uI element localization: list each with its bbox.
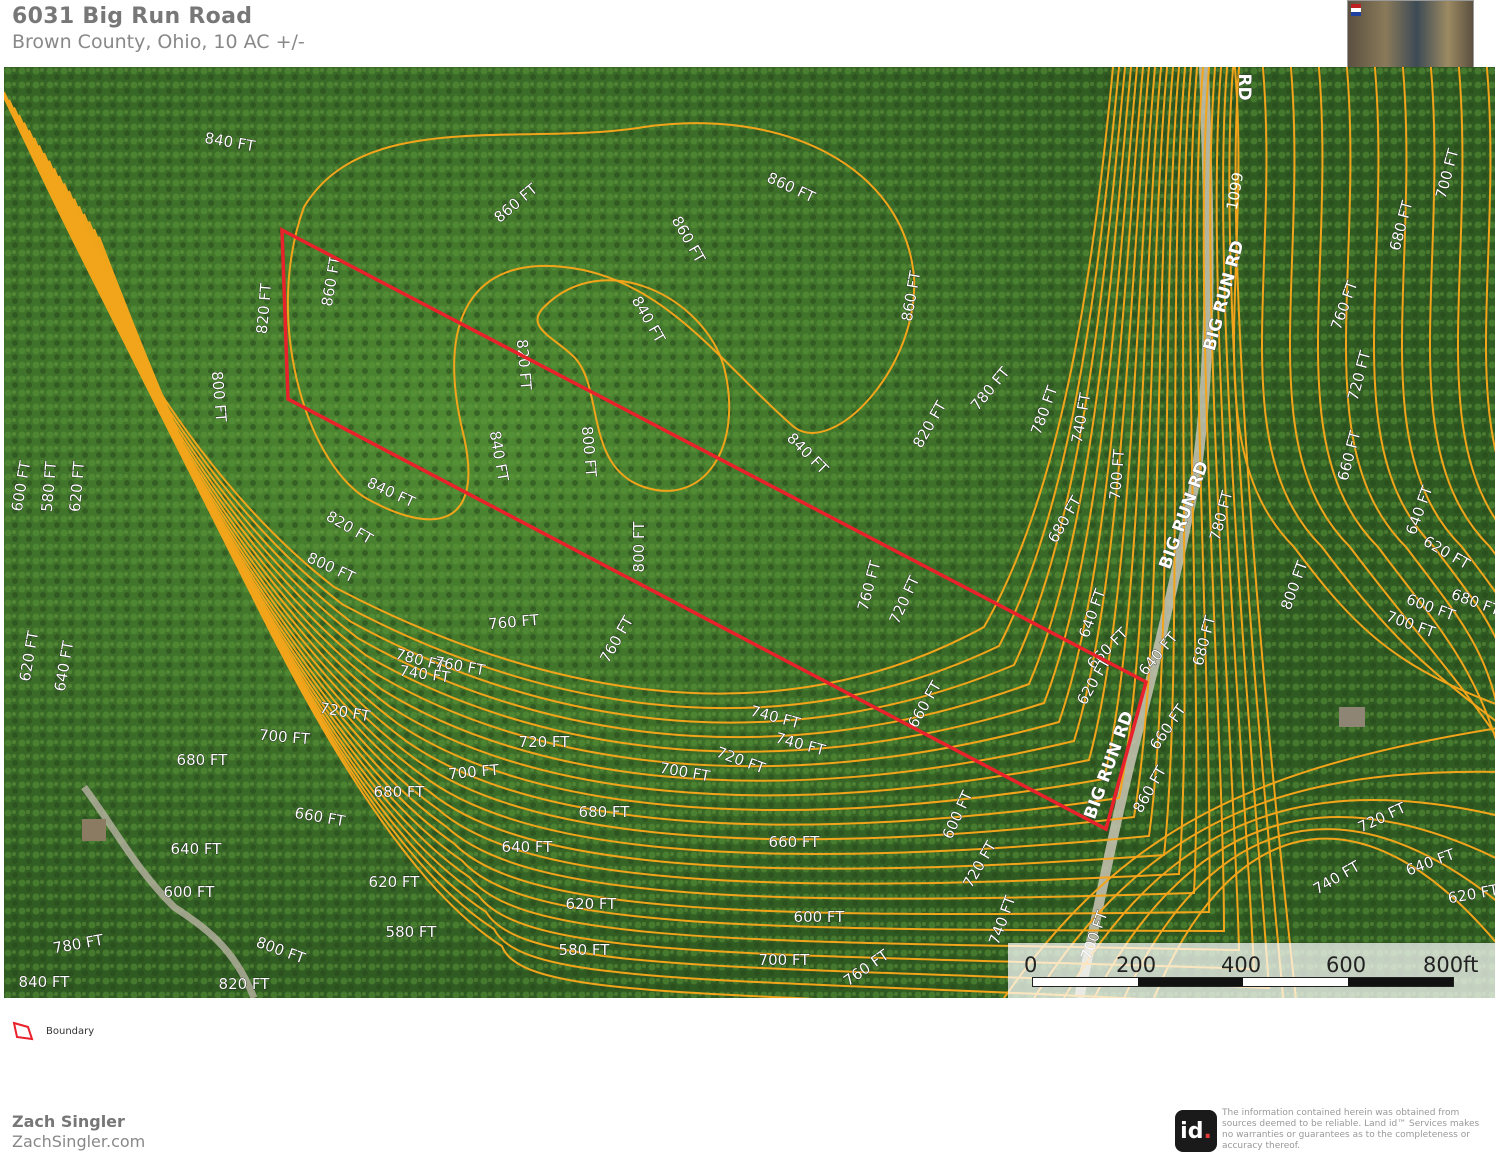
map-subtitle: Brown County, Ohio, 10 AC +/- bbox=[12, 31, 305, 53]
scale-label-600: 600 bbox=[1326, 953, 1367, 977]
contour-label: 640 FT bbox=[171, 840, 223, 858]
land-id-logo: id. bbox=[1175, 1110, 1217, 1152]
contour-label: 600 FT bbox=[164, 883, 216, 901]
map-title: 6031 Big Run Road bbox=[12, 4, 253, 29]
contour-label: 840 FT bbox=[19, 973, 71, 991]
building bbox=[1339, 707, 1365, 727]
scale-label-0: 0 bbox=[1024, 953, 1038, 977]
scale-segment bbox=[1138, 978, 1243, 986]
map-legend: Boundary bbox=[12, 1021, 94, 1041]
scale-segment bbox=[1033, 978, 1138, 986]
map-canvas: 840 FT860 FT860 FT860 FT860 FT 860 FT840 … bbox=[4, 67, 1495, 998]
scale-bar-track bbox=[1032, 977, 1454, 987]
remax-flag-icon bbox=[1351, 4, 1361, 16]
agent-website[interactable]: ZachSingler.com bbox=[12, 1132, 145, 1151]
contour-label: 580 FT bbox=[386, 923, 438, 941]
logo-dot: . bbox=[1203, 1118, 1212, 1144]
disclaimer: The information contained herein was obt… bbox=[1222, 1108, 1480, 1151]
contour-label: 700 FT bbox=[759, 951, 811, 969]
topo-map[interactable]: 840 FT 860 FT 860 FT 860 FT 860 FT 860 FT 840 … bbox=[4, 67, 1495, 998]
scale-bar: 0 200 400 600 800ft bbox=[1008, 943, 1495, 998]
contour-label: 620 FT bbox=[369, 873, 421, 891]
contour-label: 640 FT bbox=[502, 838, 554, 856]
contour-label: 680 FT bbox=[374, 783, 426, 801]
contour-label: 820 FT bbox=[219, 975, 271, 993]
scale-label-800ft: 800ft bbox=[1423, 953, 1479, 977]
legend-label: Boundary bbox=[46, 1025, 95, 1037]
agent-info: Zach Singler ZachSingler.com bbox=[12, 1112, 145, 1151]
scale-label-400: 400 bbox=[1221, 953, 1262, 977]
contour-label: 600 FT bbox=[794, 908, 846, 926]
brand-photo-thumbnail bbox=[1347, 0, 1474, 68]
agent-name: Zach Singler bbox=[12, 1112, 125, 1131]
road-label: RD bbox=[1234, 73, 1254, 100]
contour-label: 680 FT bbox=[579, 803, 631, 821]
contour-label: 800 FT bbox=[630, 521, 648, 573]
contour-label: 660 FT bbox=[769, 833, 821, 851]
scale-label-200: 200 bbox=[1116, 953, 1157, 977]
contour-label: 720 FT bbox=[519, 733, 571, 751]
scale-segment bbox=[1348, 978, 1453, 986]
contour-label: 680 FT bbox=[177, 751, 229, 769]
boundary-legend-icon bbox=[12, 1021, 34, 1041]
scale-segment bbox=[1243, 978, 1348, 986]
contour-label: 620 FT bbox=[566, 895, 618, 913]
header: 6031 Big Run Road Brown County, Ohio, 10… bbox=[12, 4, 305, 53]
contour-label: 580 FT bbox=[559, 941, 611, 959]
building bbox=[82, 819, 106, 841]
logo-text: id bbox=[1180, 1118, 1204, 1144]
